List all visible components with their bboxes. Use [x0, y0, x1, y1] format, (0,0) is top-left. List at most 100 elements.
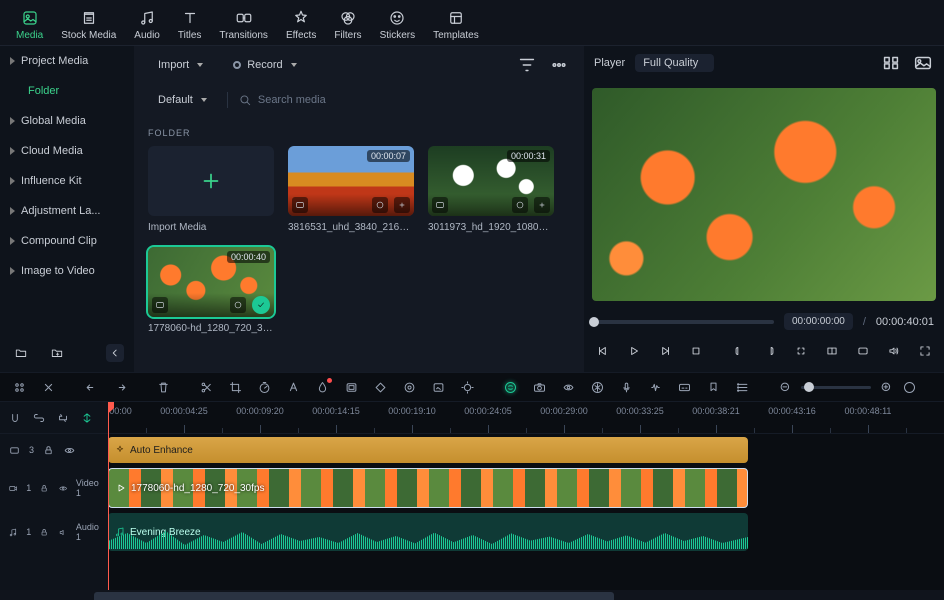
- fullscreen-button[interactable]: [915, 340, 934, 362]
- layout-grid-button[interactable]: [880, 52, 902, 74]
- playback-quality-dropdown[interactable]: Full Quality: [635, 54, 714, 72]
- stabilize-tool[interactable]: [561, 380, 576, 395]
- media-clip[interactable]: 00:00:31 3011973_hd_1920_1080_25fps: [428, 146, 554, 233]
- sidebar-item-cloud-media[interactable]: Cloud Media: [0, 136, 134, 166]
- zoom-in-button[interactable]: [879, 380, 894, 395]
- adjust-button[interactable]: [402, 380, 417, 395]
- mask-button[interactable]: [344, 380, 359, 395]
- subtitle-tool[interactable]: [677, 380, 692, 395]
- crop-button[interactable]: [228, 380, 243, 395]
- tab-stock-media[interactable]: Stock Media: [61, 9, 116, 45]
- import-media-card[interactable]: Import Media: [148, 146, 274, 233]
- auto-ripple-button[interactable]: [80, 411, 94, 425]
- track-header-audio[interactable]: 1 Audio 1: [0, 510, 108, 554]
- media-clip[interactable]: 00:00:07 3816531_uhd_3840_2160_30...: [288, 146, 414, 233]
- zoom-handle[interactable]: [804, 382, 814, 392]
- timeline-tracks[interactable]: 00:00:00:00 00:00:04:25 00:00:09:20 00:0…: [108, 402, 944, 590]
- tab-effects[interactable]: Effects: [286, 9, 316, 45]
- lock-icon[interactable]: [39, 482, 49, 495]
- timeline-scrollbar[interactable]: [0, 590, 944, 600]
- preview-icon[interactable]: [512, 197, 528, 213]
- scrub-handle[interactable]: [589, 317, 599, 327]
- scrollbar-thumb[interactable]: [94, 592, 613, 600]
- lock-icon[interactable]: [42, 444, 55, 457]
- visibility-icon[interactable]: [63, 444, 76, 457]
- filter-button[interactable]: [516, 54, 538, 76]
- audio-clip[interactable]: Evening Breeze: [108, 513, 748, 551]
- tab-stickers[interactable]: Stickers: [380, 9, 416, 45]
- record-dropdown[interactable]: Record: [223, 55, 306, 75]
- safe-zone-button[interactable]: [791, 340, 810, 362]
- mark-out-button[interactable]: [761, 340, 780, 362]
- tab-filters[interactable]: Filters: [334, 9, 361, 45]
- zoom-out-button[interactable]: [778, 380, 793, 395]
- next-frame-button[interactable]: [656, 340, 675, 362]
- prev-frame-button[interactable]: [594, 340, 613, 362]
- sidebar-item-global-media[interactable]: Global Media: [0, 106, 134, 136]
- visibility-icon[interactable]: [58, 482, 68, 495]
- camera-tool[interactable]: [532, 380, 547, 395]
- mute-icon[interactable]: [58, 526, 68, 539]
- aspect-button[interactable]: [853, 340, 872, 362]
- new-bin-button[interactable]: [46, 342, 68, 364]
- playhead[interactable]: [108, 402, 109, 590]
- sidebar-item-influence-kit[interactable]: Influence Kit: [0, 166, 134, 196]
- match-tool[interactable]: [41, 380, 56, 395]
- import-dropdown[interactable]: Import: [148, 55, 213, 75]
- link-button[interactable]: [32, 411, 46, 425]
- stop-button[interactable]: [687, 340, 706, 362]
- green-screen-button[interactable]: [431, 380, 446, 395]
- add-to-timeline-button[interactable]: [534, 197, 550, 213]
- new-folder-button[interactable]: [10, 342, 32, 364]
- zoom-fit-button[interactable]: [902, 380, 917, 395]
- lock-icon[interactable]: [39, 526, 49, 539]
- track-manager-button[interactable]: [735, 380, 750, 395]
- video-clip[interactable]: 1778060-hd_1280_720_30fps: [108, 468, 748, 508]
- current-timecode[interactable]: 00:00:00:00: [784, 313, 853, 330]
- search-input[interactable]: Search media: [238, 93, 570, 107]
- time-ruler[interactable]: 00:00:00:00 00:00:04:25 00:00:09:20 00:0…: [108, 402, 944, 434]
- delete-button[interactable]: [156, 380, 171, 395]
- split-button[interactable]: [199, 380, 214, 395]
- track-header-video[interactable]: 1 Video 1: [0, 466, 108, 510]
- volume-button[interactable]: [884, 340, 903, 362]
- voice-tool[interactable]: [619, 380, 634, 395]
- zoom-slider[interactable]: [801, 386, 871, 389]
- more-button[interactable]: [548, 54, 570, 76]
- keyframe-button[interactable]: [373, 380, 388, 395]
- sidebar-item-image-to-video[interactable]: Image to Video: [0, 256, 134, 286]
- tab-titles[interactable]: Titles: [178, 9, 202, 45]
- sidebar-item-folder[interactable]: Folder: [0, 76, 134, 106]
- tab-audio[interactable]: Audio: [134, 9, 160, 45]
- media-clip-selected[interactable]: 00:00:40 1778060-hd_1280_720_30fps: [148, 247, 274, 334]
- marker-add-button[interactable]: [706, 380, 721, 395]
- text-style-button[interactable]: [286, 380, 301, 395]
- tab-transitions[interactable]: Transitions: [219, 9, 268, 45]
- sidebar-item-compound-clip[interactable]: Compound Clip: [0, 226, 134, 256]
- sort-dropdown[interactable]: Default: [148, 90, 217, 110]
- video-preview[interactable]: [592, 88, 936, 301]
- speed-button[interactable]: [257, 380, 272, 395]
- tab-templates[interactable]: Templates: [433, 9, 479, 45]
- compare-button[interactable]: [822, 340, 841, 362]
- play-button[interactable]: [625, 340, 644, 362]
- sidebar-item-adjustment-layer[interactable]: Adjustment La...: [0, 196, 134, 226]
- ai-enhance-button[interactable]: [503, 380, 518, 395]
- collapse-sidebar-button[interactable]: [106, 344, 124, 362]
- add-to-timeline-button[interactable]: [394, 197, 410, 213]
- templates-tool[interactable]: [12, 380, 27, 395]
- redo-button[interactable]: [113, 380, 128, 395]
- track-header-effect[interactable]: 3: [0, 434, 108, 466]
- video-lane[interactable]: 1778060-hd_1280_720_30fps: [108, 466, 944, 510]
- sidebar-item-project-media[interactable]: Project Media: [0, 46, 134, 76]
- preview-icon[interactable]: [230, 297, 246, 313]
- audio-lane[interactable]: Evening Breeze: [108, 510, 944, 554]
- preview-icon[interactable]: [372, 197, 388, 213]
- snapshot-button[interactable]: [912, 52, 934, 74]
- denoise-tool[interactable]: [590, 380, 605, 395]
- mark-in-button[interactable]: [730, 340, 749, 362]
- undo-button[interactable]: [84, 380, 99, 395]
- audio-sync-tool[interactable]: [648, 380, 663, 395]
- ripple-button[interactable]: [56, 411, 70, 425]
- effect-lane[interactable]: Auto Enhance: [108, 434, 944, 466]
